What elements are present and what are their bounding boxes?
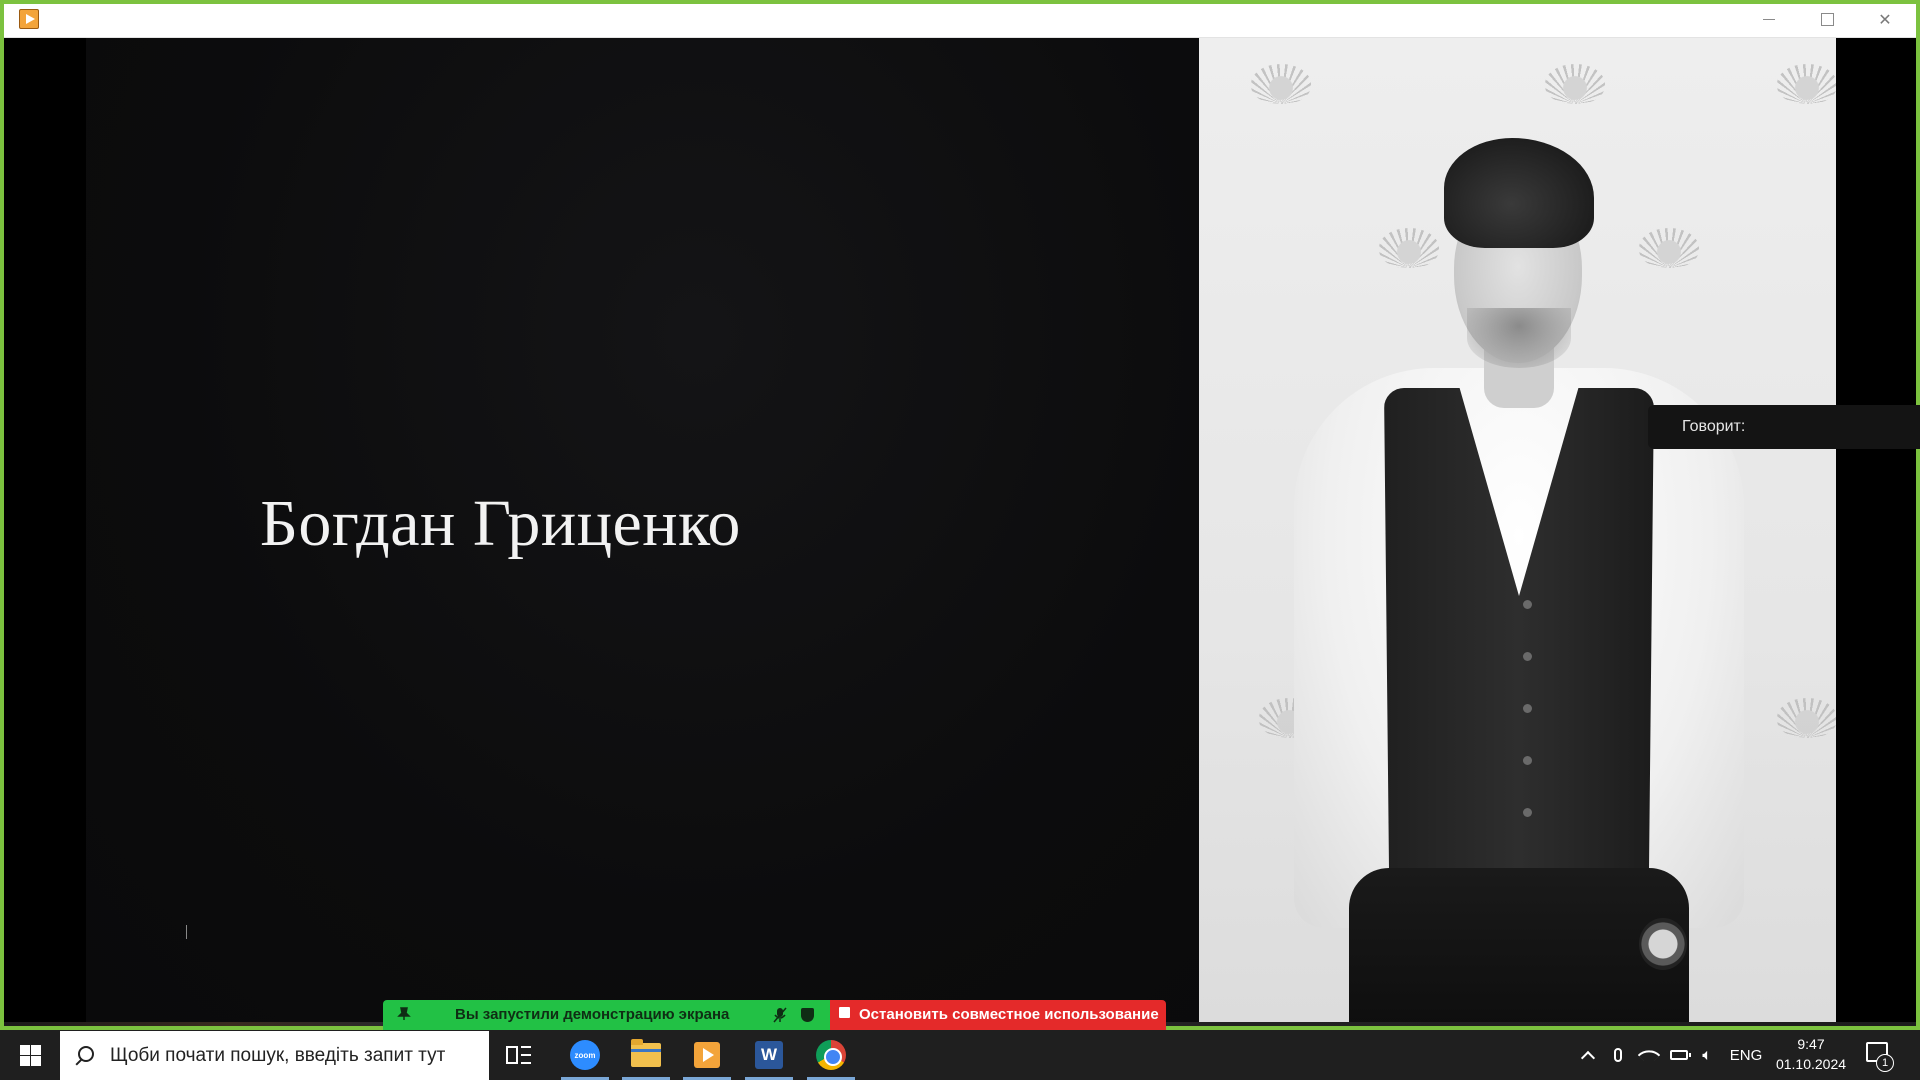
wifi-icon: [1637, 1043, 1661, 1067]
tray-battery[interactable]: [1666, 1030, 1692, 1080]
show-hidden-icons-button[interactable]: [1576, 1030, 1600, 1080]
zoom-share-toolbar[interactable]: Вы запустили демонстрацию экрана Останов…: [383, 1000, 1166, 1030]
tray-microphone[interactable]: [1606, 1030, 1630, 1080]
folder-icon: [631, 1039, 661, 1067]
share-status-text: Вы запустили демонстрацию экрана: [455, 1006, 730, 1023]
minimize-button[interactable]: [1740, 0, 1798, 38]
chrome-icon: [816, 1040, 846, 1070]
microphone-icon: [1614, 1048, 1622, 1062]
taskbar-app-zoom[interactable]: zoom: [558, 1030, 612, 1080]
clock-date: 01.10.2024: [1775, 1056, 1847, 1072]
windows-logo-icon: [19, 1044, 41, 1066]
security-shield-icon[interactable]: [801, 1008, 814, 1022]
tray-network[interactable]: [1636, 1030, 1662, 1080]
start-button[interactable]: [0, 1030, 60, 1080]
slide-title-panel: Богдан Гриценко: [86, 38, 1199, 1026]
taskbar-app-file-explorer[interactable]: [619, 1030, 673, 1080]
presenter-figure: [1199, 38, 1836, 1026]
pin-icon[interactable]: [397, 1007, 411, 1021]
minimize-icon: [1763, 18, 1775, 20]
window-titlebar[interactable]: ✕: [4, 0, 1916, 38]
taskbar-search[interactable]: Щоби почати пошук, введіть запит тут: [60, 1031, 489, 1080]
speaking-indicator: Говорит:: [1648, 405, 1920, 449]
chevron-up-icon: [1580, 1050, 1596, 1066]
maximize-button[interactable]: [1798, 0, 1856, 38]
taskbar-app-slideshow[interactable]: [680, 1030, 734, 1080]
close-icon: ✕: [1878, 9, 1892, 29]
windows-taskbar: Щоби почати пошук, введіть запит тут zoo…: [0, 1030, 1920, 1080]
presenter-photo: [1199, 38, 1836, 1026]
volume-icon: 🔈︎: [1702, 1045, 1712, 1064]
task-view-button[interactable]: [506, 1044, 532, 1066]
taskbar-app-word[interactable]: W: [742, 1030, 796, 1080]
stop-share-label: Остановить совместное использование: [859, 1006, 1159, 1023]
search-placeholder: Щоби почати пошук, введіть запит тут: [110, 1045, 446, 1066]
tray-language[interactable]: ENG: [1726, 1030, 1766, 1080]
battery-icon: [1670, 1050, 1691, 1060]
close-button[interactable]: ✕: [1856, 0, 1914, 38]
slideshow-app-icon: [19, 9, 39, 29]
zoom-icon: zoom: [570, 1040, 600, 1070]
taskbar-clock[interactable]: 9:47 01.10.2024: [1768, 1034, 1854, 1074]
presenter-name: Богдан Гриценко: [260, 487, 741, 560]
text-caret: [186, 925, 187, 939]
stop-icon: [839, 1007, 850, 1018]
word-icon: W: [755, 1041, 783, 1069]
taskbar-app-chrome[interactable]: [804, 1030, 858, 1080]
notification-count-badge: 1: [1876, 1054, 1894, 1072]
mic-muted-icon[interactable]: [773, 1007, 787, 1023]
clock-time: 9:47: [1797, 1036, 1825, 1052]
presentation-slide[interactable]: Богдан Гриценко: [86, 38, 1836, 1026]
speaking-label: Говорит:: [1682, 418, 1746, 435]
wristwatch: [1639, 918, 1687, 970]
slideshow-window: ✕ Богдан Гриценко: [4, 0, 1916, 1026]
tray-volume[interactable]: 🔈︎: [1694, 1030, 1720, 1080]
slideshow-icon: [694, 1042, 720, 1068]
maximize-icon: [1820, 12, 1834, 26]
language-indicator: ENG: [1729, 1046, 1763, 1064]
stop-share-button[interactable]: Остановить совместное использование: [830, 1000, 1166, 1030]
search-icon: [78, 1046, 94, 1062]
share-status[interactable]: Вы запустили демонстрацию экрана: [383, 1000, 830, 1030]
